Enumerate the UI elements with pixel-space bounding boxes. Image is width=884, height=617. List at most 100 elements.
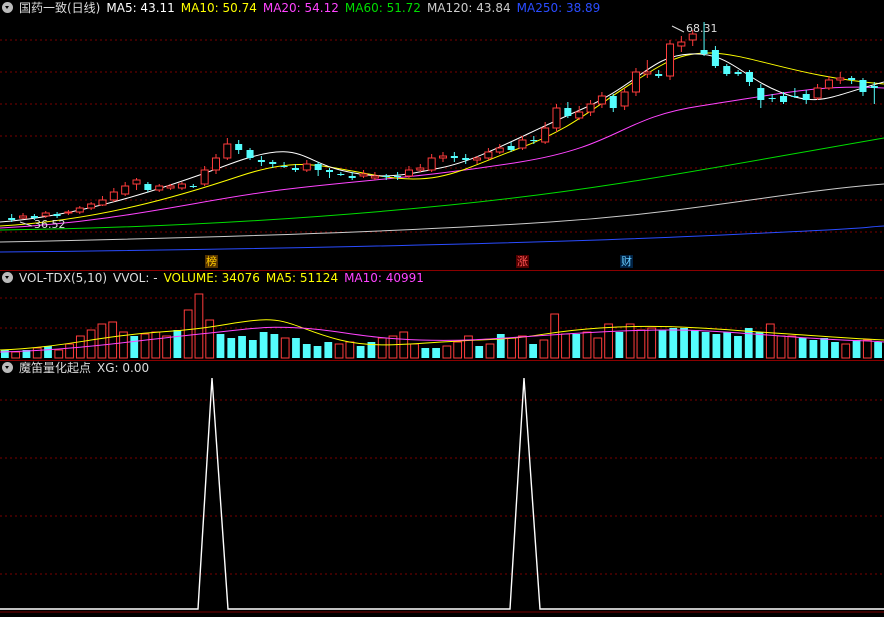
volume-bar: [259, 332, 268, 358]
event-marker-cai[interactable]: 财: [620, 255, 633, 268]
indicator-panel-header: 魔笛量化起点 XG: 0.00: [0, 360, 161, 377]
volume-bar: [680, 328, 688, 358]
volume-bar: [432, 348, 440, 358]
candle-body: [711, 50, 719, 66]
candle-body: [211, 157, 221, 171]
candle-body: [223, 143, 232, 159]
volume-bar: [11, 351, 21, 359]
candle-body: [302, 163, 311, 171]
price-panel[interactable]: 68.31 36.52 国药一致(日线) MA5: 43.11 MA10: 50.74…: [0, 0, 884, 270]
volume-bar: [734, 336, 742, 358]
volume-bar: [798, 338, 807, 358]
volume-bar: [302, 344, 311, 358]
candle-body: [291, 168, 299, 170]
volume-bar: [517, 335, 527, 359]
volume-bar: [334, 343, 344, 359]
candle-body: [132, 179, 141, 185]
volume-bar: [388, 335, 398, 359]
collapse-icon[interactable]: [2, 272, 13, 283]
volume-bar: [712, 334, 721, 358]
volume-bar: [324, 342, 333, 358]
volume-bar: [410, 343, 419, 359]
volume-bar: [582, 331, 592, 359]
volume-bar: [216, 334, 225, 358]
volume-bar: [625, 323, 635, 359]
candle-body: [87, 203, 96, 209]
candle-body: [121, 185, 130, 195]
collapse-icon[interactable]: [2, 362, 13, 373]
volume-bar: [32, 347, 42, 359]
volume-bar: [529, 344, 538, 358]
volume-bar: [130, 336, 139, 358]
candle-body: [631, 71, 640, 93]
volume-bar: [356, 346, 365, 358]
indicator-label: XG: 0.00: [97, 361, 150, 375]
volume-bar: [755, 332, 764, 358]
candlestick-chart[interactable]: 68.31 36.52: [0, 0, 884, 270]
event-marker-zhang[interactable]: 涨: [516, 255, 529, 268]
candle-body: [586, 103, 595, 113]
volume-bar: [140, 333, 150, 359]
indicator-panel[interactable]: 魔笛量化起点 XG: 0.00: [0, 360, 884, 617]
candle-body: [495, 147, 504, 153]
candle-body: [836, 77, 845, 81]
volume-bar: [744, 328, 753, 358]
volume-bar: [292, 338, 300, 358]
candle-body: [643, 71, 652, 75]
candle-body: [189, 186, 197, 187]
volume-bar: [97, 323, 107, 359]
candle-body: [269, 162, 277, 164]
volume-bar: [765, 323, 775, 359]
collapse-icon[interactable]: [2, 2, 13, 13]
volume-bar: [173, 330, 182, 358]
volume-bar: [205, 319, 215, 359]
volume-bar: [453, 341, 463, 359]
volume-panel[interactable]: VOL-TDX(5,10) VVOL: - VOLUME: 34076 MA5: 51…: [0, 270, 884, 360]
volume-bar: [238, 336, 246, 358]
candle-body: [677, 41, 686, 47]
volume-bar: [227, 338, 236, 358]
candle-body: [8, 218, 16, 220]
candle-body: [109, 191, 118, 201]
volume-bar: [841, 343, 851, 359]
volume-bar: [151, 331, 161, 359]
volume-bar: [280, 337, 290, 359]
candle-body: [155, 185, 164, 191]
volume-bar: [313, 346, 322, 358]
volume-bar: [647, 327, 657, 359]
indicator-chart[interactable]: [0, 360, 884, 617]
candle-body: [75, 207, 84, 213]
candle-body: [518, 139, 527, 149]
volume-legend: VVOL: - VOLUME: 34076 MA5: 51124 MA10: 4099…: [113, 271, 430, 285]
volume-bar: [787, 335, 797, 359]
candle-body: [745, 72, 753, 82]
volume-label: MA10: 40991: [344, 271, 424, 285]
candle-body: [552, 107, 561, 129]
candle-body: [382, 176, 390, 177]
candle-body: [314, 164, 322, 170]
ma-label: MA60: 51.72: [344, 1, 421, 15]
volume-bar: [377, 337, 387, 359]
candle-body: [824, 79, 833, 89]
candle-body: [620, 91, 629, 107]
candle-body: [768, 98, 776, 99]
event-marker-bang[interactable]: 榜: [205, 255, 218, 268]
indicator-title: 魔笛量化起点: [19, 361, 92, 375]
candle-body: [359, 173, 368, 177]
volume-panel-header: VOL-TDX(5,10) VVOL: - VOLUME: 34076 MA5: 51…: [0, 270, 436, 287]
volume-bar: [421, 348, 430, 358]
volume-bar: [690, 330, 699, 358]
candle-body: [462, 158, 470, 160]
price-panel-header: 国药一致(日线) MA5: 43.11 MA10: 50.74 MA20: 54.12…: [0, 0, 612, 17]
candle-body: [257, 160, 265, 162]
volume-bar: [776, 335, 786, 359]
candle-body: [473, 157, 482, 161]
volume-bar: [464, 335, 473, 359]
candle-body: [166, 185, 175, 189]
candle-body: [41, 212, 50, 217]
volume-label: VOLUME: 34076: [163, 271, 260, 285]
candle-body: [507, 146, 515, 150]
volume-bar: [669, 328, 678, 358]
candle-body: [609, 96, 617, 108]
volume-bar: [615, 332, 624, 358]
